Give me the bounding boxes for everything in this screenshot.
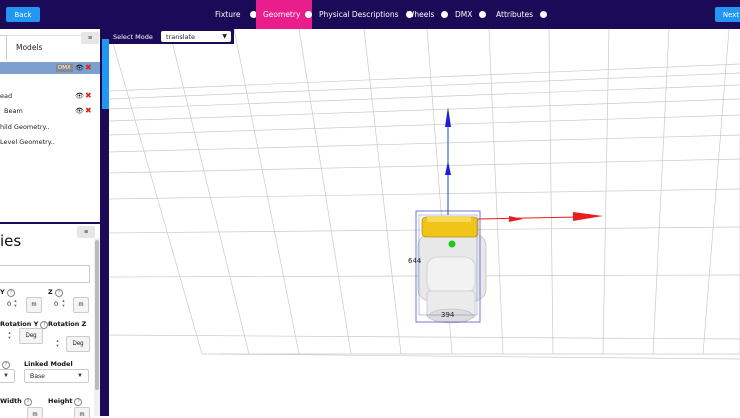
3d-viewport[interactable]: 644 394 <box>109 29 740 416</box>
visibility-eye-icon[interactable]: 👁 <box>75 92 84 100</box>
select-mode-value: translate <box>166 32 196 41</box>
properties-menu-icon[interactable]: ≡ <box>77 226 95 238</box>
help-icon[interactable]: ? <box>74 398 83 406</box>
step-dot-icon <box>479 11 487 18</box>
linked-model-label: Linked Model <box>24 360 73 368</box>
tree-row-label: Beam <box>4 107 23 115</box>
back-button[interactable]: Back <box>6 7 40 22</box>
step-dot-icon <box>540 11 548 18</box>
y-axis-arrow-small-icon[interactable] <box>445 161 451 175</box>
tree-row-label: ead <box>0 92 13 100</box>
z-stepper-icon[interactable]: ▲ ▼ <box>61 298 66 308</box>
height-unit-button[interactable]: m <box>74 407 90 418</box>
step-attributes-label: Attributes <box>496 10 534 19</box>
x-axis-arrow-icon[interactable] <box>573 212 603 221</box>
step-attributes[interactable]: Attributes <box>496 0 548 29</box>
step-dmx[interactable]: DMX <box>455 0 487 29</box>
pivot-point-icon[interactable] <box>448 240 456 248</box>
z-label-text: Z <box>48 288 53 296</box>
tree-row-label: Level Geometry.. <box>0 138 55 146</box>
step-geometry[interactable]: Geometry <box>256 0 312 29</box>
name-input[interactable] <box>0 265 90 283</box>
step-physical-descriptions-label: Physical Descriptions <box>319 10 399 19</box>
z-unit-button[interactable]: m <box>73 297 89 313</box>
y-unit-button[interactable]: m <box>26 297 42 313</box>
height-label-text: Height <box>48 397 73 405</box>
step-fixture-label: Fixture <box>215 10 241 19</box>
next-button[interactable]: Next <box>715 7 740 22</box>
delete-x-icon[interactable]: ✖ <box>85 63 92 72</box>
help-icon[interactable]: ? <box>23 398 32 406</box>
tree-row-label: hild Geometry.. <box>0 123 50 131</box>
rotation-z-label: Rotation Z <box>48 320 87 328</box>
dimension-label-b: 394 <box>441 311 455 319</box>
step-dmx-label: DMX <box>455 10 473 19</box>
height-label: Height? <box>48 397 83 406</box>
help-icon[interactable]: ? <box>2 361 10 369</box>
tree-row-head[interactable]: ead 👁 ✖ <box>0 90 100 102</box>
tree-row-beam[interactable]: Beam 👁 ✖ <box>0 105 100 117</box>
x-axis-line[interactable] <box>477 216 580 220</box>
y-label: Y? <box>0 288 15 297</box>
dmx-badge: DMX <box>56 64 73 72</box>
scene-canvas[interactable]: 644 394 <box>109 29 740 416</box>
translate-gizmo[interactable] <box>445 107 603 222</box>
models-menu-icon[interactable]: ≡ <box>81 32 99 44</box>
step-physical-descriptions[interactable]: Physical Descriptions <box>319 0 413 29</box>
rotation-z-stepper-icon[interactable]: ▲ ▼ <box>55 338 60 348</box>
fixture-model[interactable] <box>415 210 487 324</box>
y-value-input[interactable]: 0 <box>7 300 11 308</box>
rotation-z-unit-button[interactable]: Deg <box>66 336 90 352</box>
linked-model-select[interactable]: Base ▼ <box>24 369 89 383</box>
y-axis-arrow-icon[interactable] <box>445 107 451 127</box>
select-mode-label: Select Mode <box>113 33 153 41</box>
width-label: Width? <box>0 397 32 406</box>
z-value-input[interactable]: 0 <box>54 300 58 308</box>
properties-scrollbar-thumb[interactable] <box>95 240 99 390</box>
step-dot-icon <box>305 11 312 18</box>
step-dot-icon <box>441 11 449 18</box>
floor-grid <box>109 29 740 360</box>
visibility-eye-icon[interactable]: 👁 <box>75 107 84 115</box>
panel-splitter[interactable] <box>100 29 109 416</box>
y-label-text: Y <box>0 288 5 296</box>
tree-row-add-child-geometry[interactable]: hild Geometry.. <box>0 121 100 133</box>
tab-models[interactable]: Models <box>16 43 42 52</box>
y-stepper-icon[interactable]: ▲ ▼ <box>13 298 18 308</box>
models-panel: Models ≡ DMX 👁 ✖ ead 👁 ✖ Beam 👁 ✖ hild G… <box>0 29 101 222</box>
fixture-center-block <box>426 256 476 294</box>
delete-x-icon[interactable]: ✖ <box>85 106 92 115</box>
tab-previous[interactable] <box>0 35 7 60</box>
step-wheels[interactable]: Wheels <box>407 0 449 29</box>
help-icon[interactable]: ? <box>6 289 15 297</box>
select-mode-dropdown[interactable]: translate ▼ <box>161 31 231 42</box>
properties-panel: ≡ ies Y? Z? 0 ▲ ▼ m 0 ▲ ▼ m Rotation Y? Ro… <box>0 222 100 418</box>
z-label: Z? <box>48 288 63 297</box>
help-icon[interactable]: ? <box>54 289 63 297</box>
type-select[interactable]: ▼ <box>0 369 15 383</box>
properties-title: ies <box>0 232 22 250</box>
dimension-label-a: 644 <box>408 257 422 265</box>
rotation-y-stepper-icon[interactable]: ▲ ▼ <box>7 330 12 340</box>
chevron-down-icon: ▼ <box>77 373 83 379</box>
fixture-yoke-highlight <box>427 216 471 222</box>
chevron-down-icon: ▼ <box>3 373 9 379</box>
width-label-text: Width <box>0 397 22 405</box>
linked-model-value: Base <box>30 372 45 380</box>
visibility-eye-icon[interactable]: 👁 <box>75 64 84 72</box>
tree-row-add-top-level-geometry[interactable]: Level Geometry.. <box>0 136 100 148</box>
help-left-label: ? <box>0 360 10 369</box>
x-axis-arrow-small-icon[interactable] <box>509 216 523 222</box>
delete-x-icon[interactable]: ✖ <box>85 91 92 100</box>
step-wheels-label: Wheels <box>407 10 435 19</box>
splitter-handle[interactable] <box>102 39 109 109</box>
tree-row-selected[interactable]: DMX 👁 ✖ <box>0 62 100 74</box>
rotation-y-label-text: Rotation Y <box>0 320 39 328</box>
rotation-y-unit-button[interactable]: Deg <box>19 328 43 344</box>
chevron-down-icon: ▼ <box>222 33 227 40</box>
step-geometry-label: Geometry <box>263 10 301 19</box>
width-unit-button[interactable]: m <box>27 407 43 418</box>
